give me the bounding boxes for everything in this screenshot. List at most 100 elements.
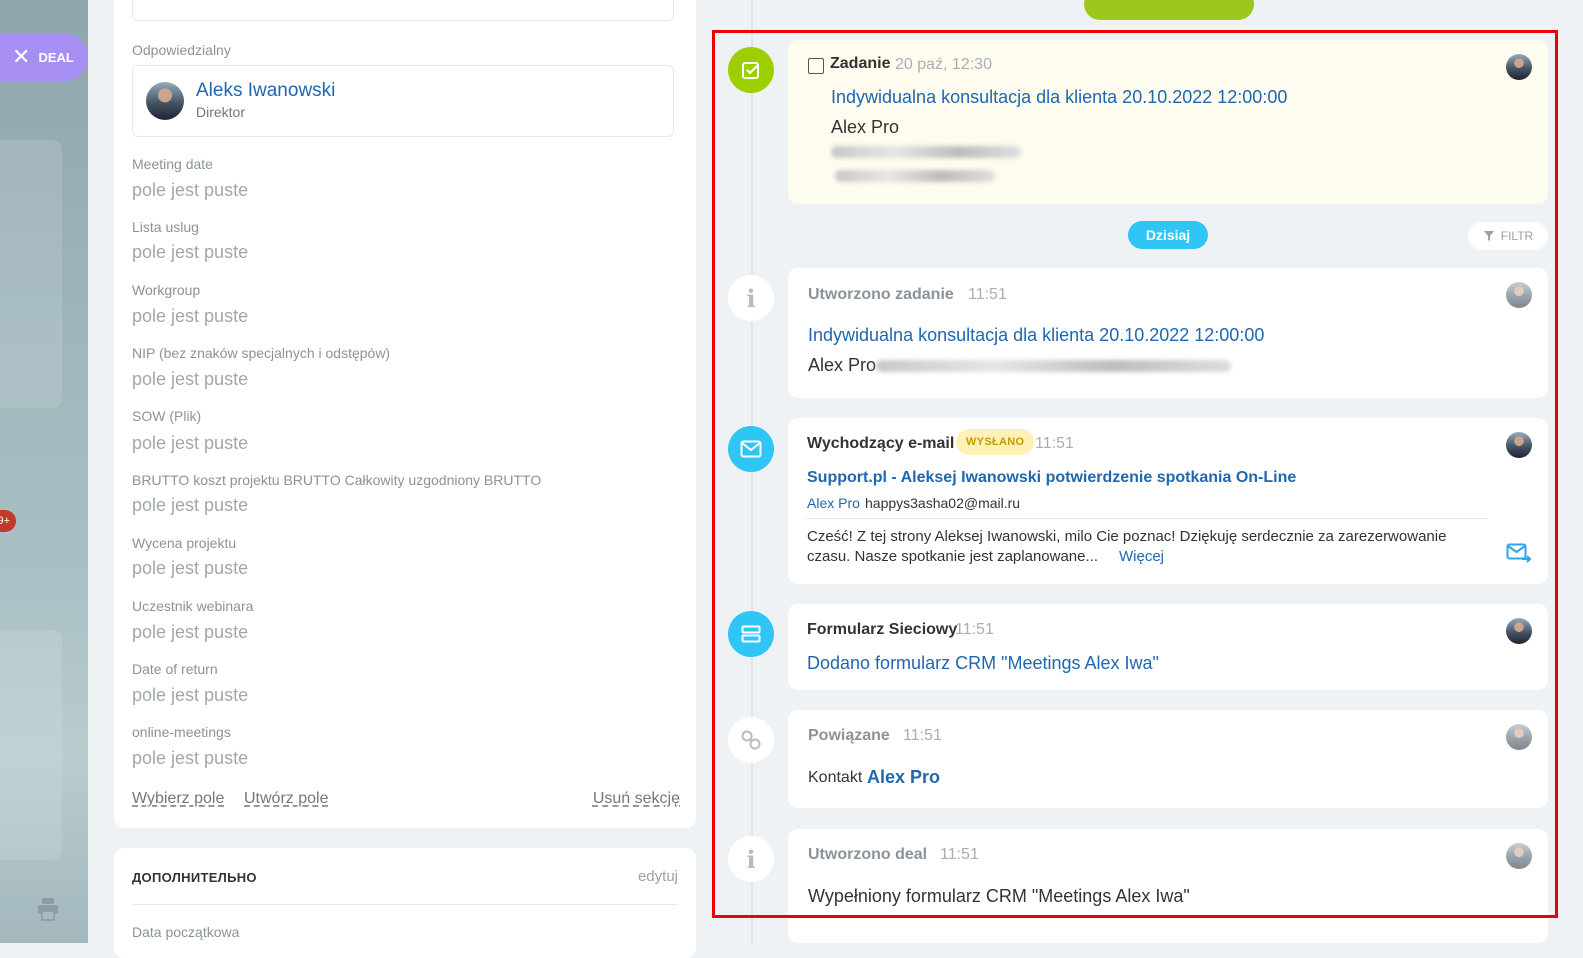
task-contact: Alex Pro [831,117,900,137]
field-value[interactable]: pole jest puste [132,558,248,579]
choose-field-link[interactable]: Wybierz pole [132,790,224,808]
responsible-name[interactable]: Aleks Iwanowski [196,80,335,102]
email-time: 11:51 [1035,435,1074,452]
avatar [1506,724,1532,750]
delete-section-link[interactable]: Usuń sekcję [593,790,680,808]
edit-link[interactable]: edytuj [638,868,678,885]
event-text: Wypełniony formularz CRM "Meetings Alex … [808,886,1190,906]
reply-email-icon[interactable] [1506,543,1532,563]
filter-icon [1483,231,1494,241]
form-icon [728,611,774,657]
link-icon [728,717,774,763]
field-label: Data początkowa [132,924,240,940]
task-deadline: 20 paź, 12:30 [895,56,992,73]
avatar [1506,54,1532,80]
close-icon: ✕ [12,44,31,69]
avatar [1506,432,1532,458]
info-icon: i [728,836,774,882]
fields-card: Odpowiedzialny Aleks Iwanowski Direktor … [114,0,696,828]
extra-section-card: ДОПОЛНИТЕЛЬНО edytuj Data początkowa [114,848,696,958]
task-checkbox[interactable] [808,58,824,74]
avatar [1506,618,1532,644]
filter-label: FILTR [1500,229,1534,243]
email-title: Wychodzący e-mail [807,435,955,452]
task-link[interactable]: Indywidualna konsultacja dla klienta 20.… [831,87,1287,108]
email-from-name[interactable]: Alex Pro [807,495,860,511]
task-title: Zadanie [830,55,891,72]
field-value[interactable]: pole jest puste [132,495,248,516]
field-label: NIP (bez znaków specjalnych i odstępów) [132,345,391,361]
field-value[interactable]: pole jest puste [132,242,248,263]
created-task-card: Utworzono zadanie 11:51 Indywidualna kon… [788,268,1548,398]
responsible-label: Odpowiedzialny [132,42,231,58]
deal-close-tab[interactable]: ✕ DEAL [0,33,88,81]
event-title: Utworzono deal [808,846,928,863]
info-icon: i [728,275,774,321]
redacted-contact [876,360,1231,372]
background-panel [0,0,88,943]
deal-tab-label: DEAL [38,49,74,65]
linked-card: Powiązane 11:51 Kontakt Alex Pro [788,710,1548,808]
status-badge: WYSŁANO [956,429,1035,455]
print-icon[interactable] [36,896,60,922]
avatar [1506,843,1532,869]
field-label: Meeting date [132,156,213,172]
avatar [1506,282,1532,308]
field-label: Date of return [132,661,218,677]
background-card [0,140,62,408]
email-card: Wychodzący e-mail WYSŁANO 11:51 Support.… [788,418,1548,584]
linked-label: Kontakt [808,769,863,786]
field-label: Uczestnik webinara [132,598,254,614]
task-contact: Alex Pro [808,355,877,375]
email-address: happys3asha02@mail.ru [865,495,1021,511]
email-icon [728,426,774,472]
linked-time: 11:51 [903,727,942,744]
responsible-box[interactable]: Aleks Iwanowski Direktor [132,65,674,137]
email-body: Cześć! Z tej strony Aleksej Iwanowski, m… [807,528,1447,545]
create-field-link[interactable]: Utwórz pole [244,790,328,808]
webform-card: Formularz Sieciowy 11:51 Dodano formular… [788,604,1548,690]
created-deal-card: Utworzono deal 11:51 Wypełniony formular… [788,829,1548,943]
section-pill [1084,0,1254,20]
field-label: BRUTTO koszt projektu BRUTTO Całkowity u… [132,472,542,488]
field-label: online-meetings [132,724,231,740]
responsible-role: Direktor [196,104,246,120]
today-label: Dzisiaj [1128,221,1208,249]
field-value[interactable]: pole jest puste [132,433,248,454]
section-title: ДОПОЛНИТЕЛЬНО [132,870,257,885]
field-input[interactable] [132,0,674,21]
email-body: czasu. Nasze spotkanie jest zaplanowane.… [807,548,1098,565]
field-label: SOW (Plik) [132,408,202,424]
field-value[interactable]: pole jest puste [132,306,248,327]
divider [132,904,678,905]
field-value[interactable]: pole jest puste [132,685,248,706]
email-subject[interactable]: Support.pl - Aleksej Iwanowski potwierdz… [807,469,1296,487]
divider [806,518,1488,519]
event-time: 11:51 [940,846,979,863]
redacted-phone [835,170,995,182]
avatar [146,82,184,120]
field-value[interactable]: pole jest puste [132,748,248,769]
field-value[interactable]: pole jest puste [132,180,248,201]
more-link[interactable]: Więcej [1119,548,1164,565]
task-icon [728,47,774,93]
form-title: Formularz Sieciowy [807,621,958,638]
task-link[interactable]: Indywidualna konsultacja dla klienta 20.… [808,325,1264,346]
background-card [0,630,62,860]
event-title: Utworzono zadanie [808,286,954,303]
field-label: Wycena projektu [132,535,237,551]
event-time: 11:51 [968,286,1007,303]
linked-title: Powiązane [808,727,890,744]
field-label: Lista uslug [132,219,199,235]
field-value[interactable]: pole jest puste [132,622,248,643]
filter-button[interactable]: FILTR [1468,222,1548,250]
deal-details-pane: Odpowiedzialny Aleks Iwanowski Direktor … [88,0,710,958]
timeline-pane: Zadanie 20 paź, 12:30 Indywidualna konsu… [710,0,1583,943]
field-label: Workgroup [132,282,201,298]
redacted-email [831,146,1021,158]
form-link[interactable]: Dodano formularz CRM "Meetings Alex Iwa" [807,653,1159,674]
task-card[interactable]: Zadanie 20 paź, 12:30 Indywidualna konsu… [788,40,1548,204]
form-time: 11:51 [955,621,994,638]
field-value[interactable]: pole jest puste [132,369,248,390]
contact-link[interactable]: Alex Pro [867,767,940,788]
